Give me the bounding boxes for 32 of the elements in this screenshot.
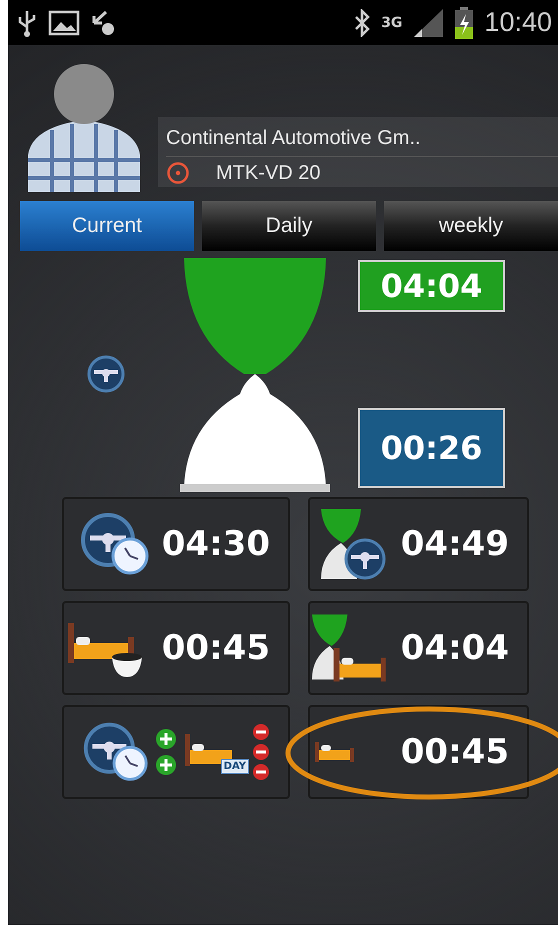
elapsed-time-box: 00:26 [358,408,505,488]
duration-value: 04:04 [400,628,509,668]
summary-tile[interactable]: 04:30 [62,497,290,591]
summary-tile[interactable]: 00:45 [62,601,290,695]
remaining-time-box: 04:04 [358,260,505,312]
steering-wheel-icon [86,354,126,394]
signal-icon [412,8,444,38]
hourglass-bed-icon [310,612,389,684]
network-type: 3G [381,14,402,30]
target-icon [166,161,190,185]
sync-icon [90,8,116,36]
tab[interactable]: Current [20,201,194,251]
tab[interactable]: Daily [202,201,376,251]
vehicle-name: MTK-VD 20 [216,162,320,184]
duration-value: 00:45 [400,732,509,772]
duration-value: 04:30 [162,524,270,564]
summary-tile[interactable]: DAY [62,705,290,799]
usb-icon [16,8,38,36]
duration-value: 04:49 [400,524,509,564]
summary-tile[interactable]: 04:49 [308,497,529,591]
steering-wheel-clock-icon [81,721,149,783]
duration-value: 00:45 [162,628,270,668]
battery-icon [454,6,474,38]
minus-icons [251,722,271,782]
image-icon [48,8,80,36]
company-name: Continental Automotive Gm.. [166,127,558,157]
plus-icons [155,728,177,776]
tab[interactable]: weekly [384,201,558,251]
bed-icon [314,740,355,764]
clock-time: 10:40 [484,7,552,38]
summary-tile[interactable]: 04:04 [308,601,529,695]
bluetooth-icon [353,8,372,36]
